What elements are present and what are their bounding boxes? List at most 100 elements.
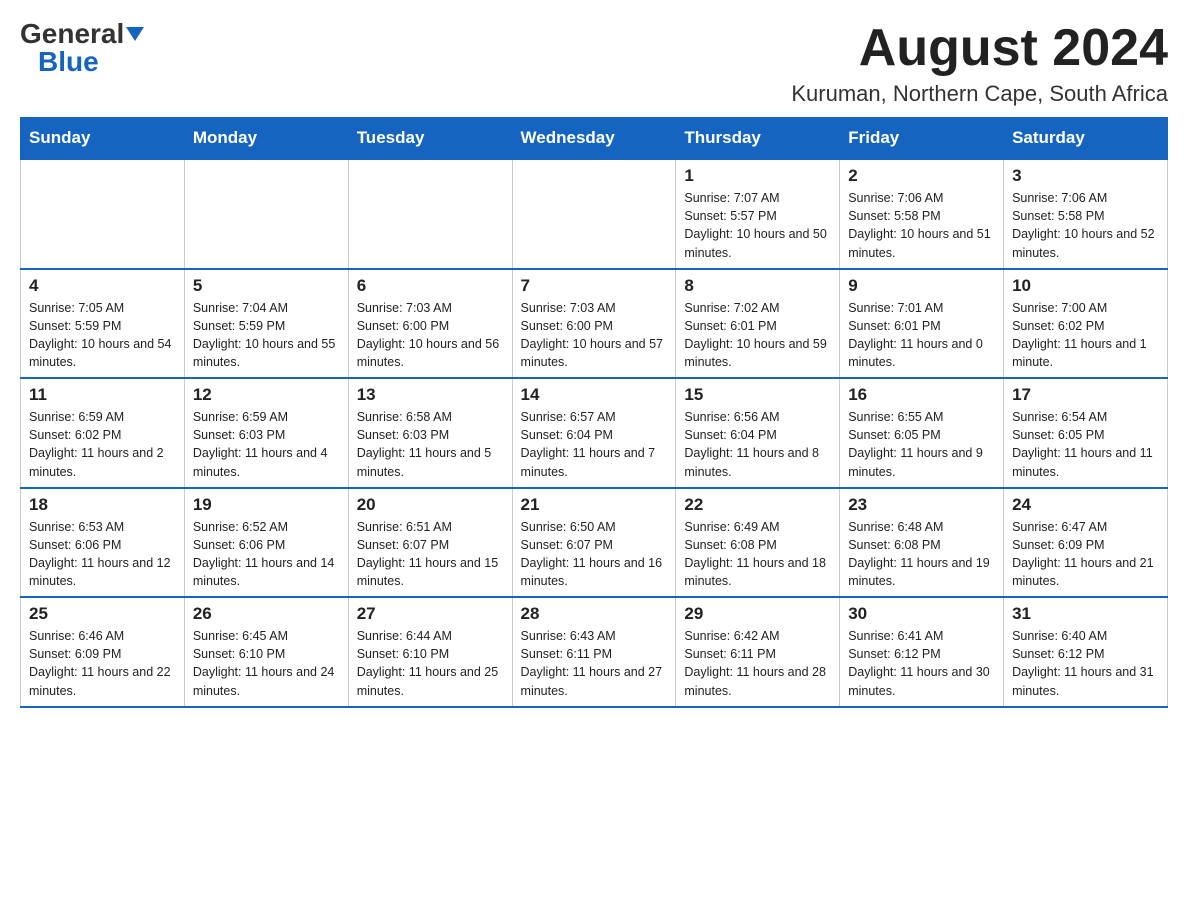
title-section: August 2024 Kuruman, Northern Cape, Sout… <box>791 20 1168 107</box>
day-info: Sunrise: 6:52 AMSunset: 6:06 PMDaylight:… <box>193 518 340 591</box>
day-info: Sunrise: 6:50 AMSunset: 6:07 PMDaylight:… <box>521 518 668 591</box>
day-number: 5 <box>193 276 340 296</box>
calendar-cell: 22 Sunrise: 6:49 AMSunset: 6:08 PMDayligh… <box>676 488 840 598</box>
calendar-cell <box>512 159 676 269</box>
calendar-cell: 27 Sunrise: 6:44 AMSunset: 6:10 PMDayligh… <box>348 597 512 707</box>
day-number: 21 <box>521 495 668 515</box>
day-info: Sunrise: 6:53 AMSunset: 6:06 PMDaylight:… <box>29 518 176 591</box>
day-info: Sunrise: 6:56 AMSunset: 6:04 PMDaylight:… <box>684 408 831 481</box>
calendar-cell: 11 Sunrise: 6:59 AMSunset: 6:02 PMDayligh… <box>21 378 185 488</box>
calendar-cell: 21 Sunrise: 6:50 AMSunset: 6:07 PMDayligh… <box>512 488 676 598</box>
calendar-cell: 7Sunrise: 7:03 AMSunset: 6:00 PMDaylight… <box>512 269 676 379</box>
day-info: Sunrise: 7:03 AMSunset: 6:00 PMDaylight:… <box>357 299 504 372</box>
day-number: 20 <box>357 495 504 515</box>
calendar-cell: 26 Sunrise: 6:45 AMSunset: 6:10 PMDayligh… <box>184 597 348 707</box>
day-number: 26 <box>193 604 340 624</box>
calendar-cell: 2Sunrise: 7:06 AMSunset: 5:58 PMDaylight… <box>840 159 1004 269</box>
calendar-cell: 19 Sunrise: 6:52 AMSunset: 6:06 PMDayligh… <box>184 488 348 598</box>
day-number: 13 <box>357 385 504 405</box>
day-info: Sunrise: 6:49 AMSunset: 6:08 PMDaylight:… <box>684 518 831 591</box>
day-info: Sunrise: 6:43 AMSunset: 6:11 PMDaylight:… <box>521 627 668 700</box>
day-info: Sunrise: 7:07 AMSunset: 5:57 PMDaylight:… <box>684 189 831 262</box>
day-info: Sunrise: 6:54 AMSunset: 6:05 PMDaylight:… <box>1012 408 1159 481</box>
day-info: Sunrise: 6:57 AMSunset: 6:04 PMDaylight:… <box>521 408 668 481</box>
calendar-cell: 6 Sunrise: 7:03 AMSunset: 6:00 PMDaylight… <box>348 269 512 379</box>
day-number: 28 <box>521 604 668 624</box>
day-info: Sunrise: 7:00 AMSunset: 6:02 PMDaylight:… <box>1012 299 1159 372</box>
calendar-cell: 20 Sunrise: 6:51 AMSunset: 6:07 PMDayligh… <box>348 488 512 598</box>
day-number: 12 <box>193 385 340 405</box>
day-number: 18 <box>29 495 176 515</box>
calendar-week-row: 4 Sunrise: 7:05 AMSunset: 5:59 PMDaylight… <box>21 269 1168 379</box>
calendar-week-row: 1 Sunrise: 7:07 AMSunset: 5:57 PMDaylight… <box>21 159 1168 269</box>
day-number: 27 <box>357 604 504 624</box>
calendar-cell: 10 Sunrise: 7:00 AMSunset: 6:02 PMDayligh… <box>1004 269 1168 379</box>
day-number: 9 <box>848 276 995 296</box>
calendar-cell: 3 Sunrise: 7:06 AMSunset: 5:58 PMDaylight… <box>1004 159 1168 269</box>
day-info: Sunrise: 6:58 AMSunset: 6:03 PMDaylight:… <box>357 408 504 481</box>
day-number: 29 <box>684 604 831 624</box>
day-info: Sunrise: 7:05 AMSunset: 5:59 PMDaylight:… <box>29 299 176 372</box>
day-info: Sunrise: 6:51 AMSunset: 6:07 PMDaylight:… <box>357 518 504 591</box>
calendar-cell: 14 Sunrise: 6:57 AMSunset: 6:04 PMDayligh… <box>512 378 676 488</box>
day-number: 22 <box>684 495 831 515</box>
month-title: August 2024 <box>791 20 1168 77</box>
calendar-cell: 17 Sunrise: 6:54 AMSunset: 6:05 PMDayligh… <box>1004 378 1168 488</box>
weekday-header-friday: Friday <box>840 118 1004 160</box>
calendar-cell: 12 Sunrise: 6:59 AMSunset: 6:03 PMDayligh… <box>184 378 348 488</box>
day-number: 31 <box>1012 604 1159 624</box>
calendar-cell: 30Sunrise: 6:41 AMSunset: 6:12 PMDayligh… <box>840 597 1004 707</box>
day-number: 24 <box>1012 495 1159 515</box>
day-info: Sunrise: 6:59 AMSunset: 6:02 PMDaylight:… <box>29 408 176 481</box>
day-info: Sunrise: 6:41 AMSunset: 6:12 PMDaylight:… <box>848 627 995 700</box>
day-number: 8 <box>684 276 831 296</box>
day-number: 17 <box>1012 385 1159 405</box>
day-info: Sunrise: 6:45 AMSunset: 6:10 PMDaylight:… <box>193 627 340 700</box>
calendar-cell <box>348 159 512 269</box>
calendar-cell <box>184 159 348 269</box>
calendar-cell: 29 Sunrise: 6:42 AMSunset: 6:11 PMDayligh… <box>676 597 840 707</box>
day-info: Sunrise: 6:44 AMSunset: 6:10 PMDaylight:… <box>357 627 504 700</box>
day-number: 3 <box>1012 166 1159 186</box>
weekday-header-tuesday: Tuesday <box>348 118 512 160</box>
weekday-header-saturday: Saturday <box>1004 118 1168 160</box>
day-number: 4 <box>29 276 176 296</box>
calendar-cell: 15 Sunrise: 6:56 AMSunset: 6:04 PMDayligh… <box>676 378 840 488</box>
day-info: Sunrise: 7:06 AMSunset: 5:58 PMDaylight:… <box>1012 189 1159 262</box>
calendar-cell <box>21 159 185 269</box>
day-info: Sunrise: 7:04 AMSunset: 5:59 PMDaylight:… <box>193 299 340 372</box>
day-number: 11 <box>29 385 176 405</box>
day-info: Sunrise: 6:42 AMSunset: 6:11 PMDaylight:… <box>684 627 831 700</box>
day-number: 6 <box>357 276 504 296</box>
day-info: Sunrise: 6:55 AMSunset: 6:05 PMDaylight:… <box>848 408 995 481</box>
day-info: Sunrise: 6:47 AMSunset: 6:09 PMDaylight:… <box>1012 518 1159 591</box>
day-info: Sunrise: 6:46 AMSunset: 6:09 PMDaylight:… <box>29 627 176 700</box>
day-info: Sunrise: 7:02 AMSunset: 6:01 PMDaylight:… <box>684 299 831 372</box>
day-info: Sunrise: 6:40 AMSunset: 6:12 PMDaylight:… <box>1012 627 1159 700</box>
day-info: Sunrise: 6:59 AMSunset: 6:03 PMDaylight:… <box>193 408 340 481</box>
logo: General Blue <box>20 20 144 76</box>
location-subtitle: Kuruman, Northern Cape, South Africa <box>791 81 1168 107</box>
calendar-cell: 13 Sunrise: 6:58 AMSunset: 6:03 PMDayligh… <box>348 378 512 488</box>
calendar-week-row: 25 Sunrise: 6:46 AMSunset: 6:09 PMDayligh… <box>21 597 1168 707</box>
calendar-week-row: 11 Sunrise: 6:59 AMSunset: 6:02 PMDayligh… <box>21 378 1168 488</box>
day-number: 19 <box>193 495 340 515</box>
calendar-cell: 31 Sunrise: 6:40 AMSunset: 6:12 PMDayligh… <box>1004 597 1168 707</box>
weekday-header-monday: Monday <box>184 118 348 160</box>
logo-general-text: General <box>20 20 124 48</box>
calendar-cell: 9Sunrise: 7:01 AMSunset: 6:01 PMDaylight… <box>840 269 1004 379</box>
day-number: 2 <box>848 166 995 186</box>
calendar-cell: 18 Sunrise: 6:53 AMSunset: 6:06 PMDayligh… <box>21 488 185 598</box>
day-number: 25 <box>29 604 176 624</box>
day-number: 1 <box>684 166 831 186</box>
page-header: General Blue August 2024 Kuruman, Northe… <box>20 20 1168 107</box>
day-number: 10 <box>1012 276 1159 296</box>
calendar-cell: 8 Sunrise: 7:02 AMSunset: 6:01 PMDaylight… <box>676 269 840 379</box>
weekday-header-wednesday: Wednesday <box>512 118 676 160</box>
day-number: 15 <box>684 385 831 405</box>
calendar-cell: 16Sunrise: 6:55 AMSunset: 6:05 PMDayligh… <box>840 378 1004 488</box>
calendar-cell: 28 Sunrise: 6:43 AMSunset: 6:11 PMDayligh… <box>512 597 676 707</box>
day-number: 14 <box>521 385 668 405</box>
calendar-header-row: SundayMondayTuesdayWednesdayThursdayFrid… <box>21 118 1168 160</box>
weekday-header-thursday: Thursday <box>676 118 840 160</box>
